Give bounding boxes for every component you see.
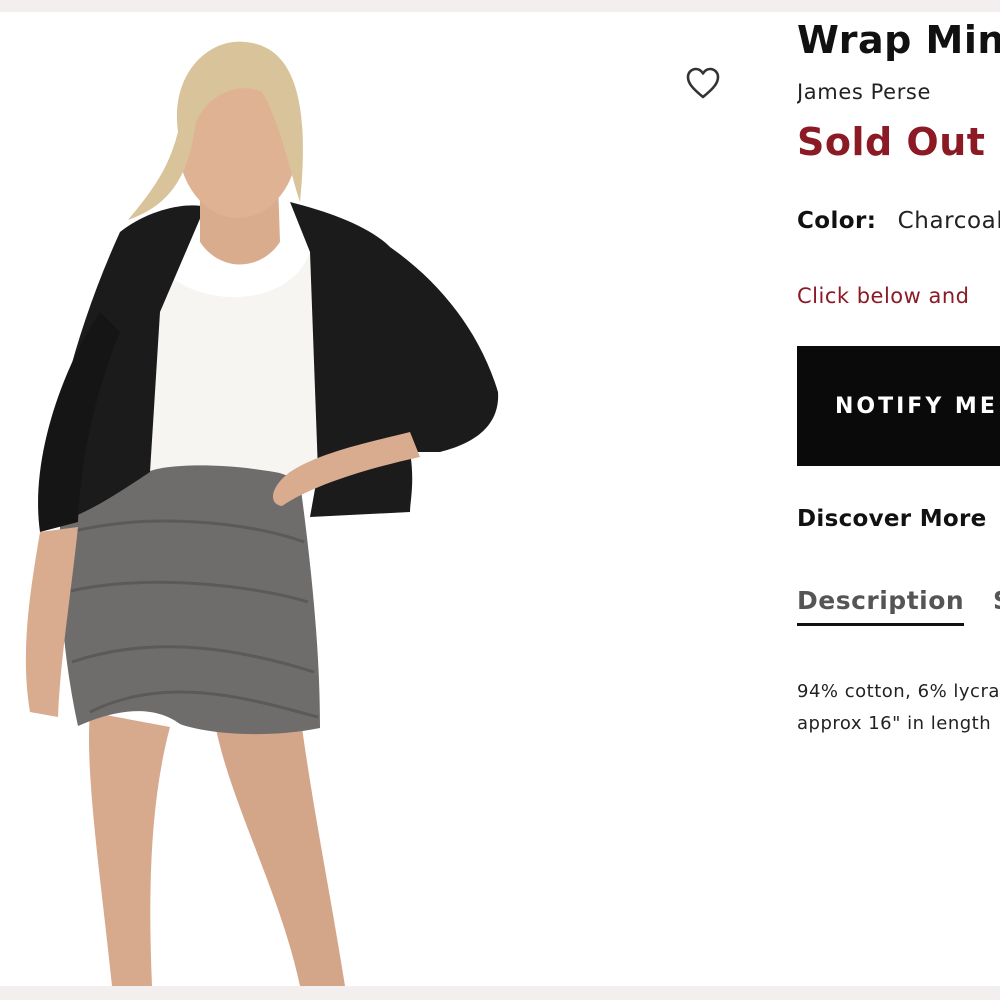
product-brand[interactable]: James Perse [797, 80, 931, 104]
color-value: Charcoal [897, 208, 1000, 234]
color-row: Color: Charcoal [797, 208, 1000, 234]
bottom-border [0, 986, 1000, 1000]
tab-size[interactable]: S [993, 586, 1000, 615]
product-info-panel: Wrap Mini James Perse Sold Out Color: Ch… [797, 0, 1000, 1000]
model-photo [25, 41, 499, 986]
description-text: 94% cotton, 6% lycra approx 16" in lengt… [797, 676, 1000, 740]
product-title: Wrap Mini [797, 18, 1000, 62]
discover-more-link[interactable]: Discover More [797, 506, 987, 532]
heart-outline-icon[interactable] [684, 66, 722, 102]
product-image[interactable] [0, 12, 760, 986]
description-line: approx 16" in length [797, 713, 992, 734]
description-line: 94% cotton, 6% lycra [797, 681, 1000, 702]
sold-out-status: Sold Out [797, 120, 986, 164]
model-legs [89, 712, 170, 986]
notify-me-button[interactable]: NOTIFY ME [797, 346, 1000, 466]
tab-description[interactable]: Description [797, 586, 965, 626]
notify-message: Click below and [797, 284, 970, 308]
color-label: Color: [797, 208, 877, 234]
model-top [148, 252, 318, 482]
